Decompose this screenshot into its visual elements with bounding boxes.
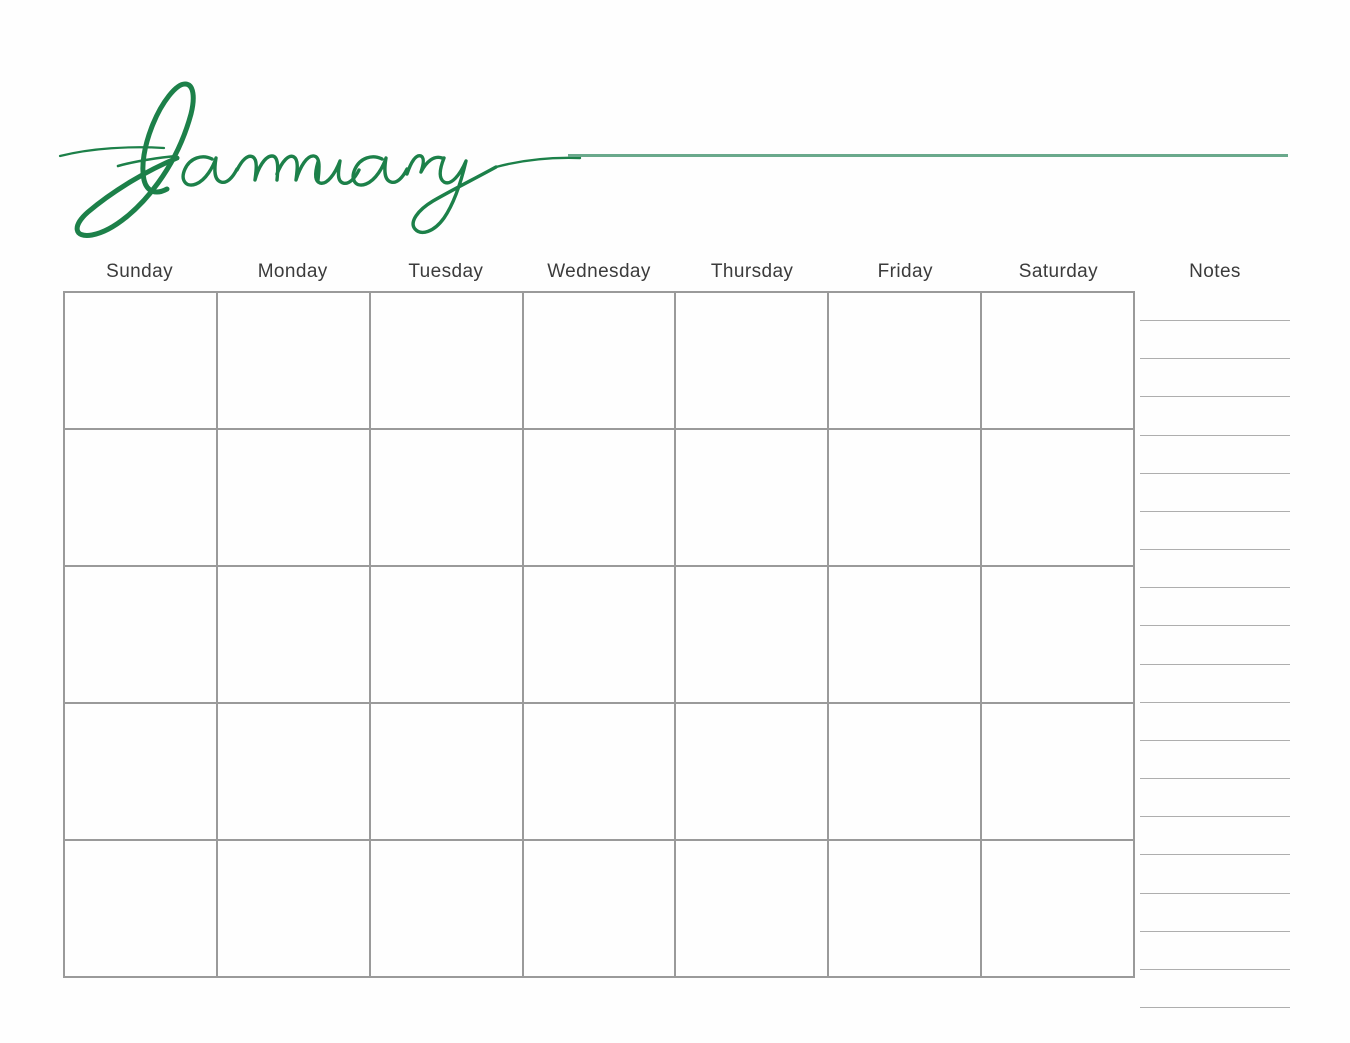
day-cell[interactable]: [676, 704, 830, 841]
note-line[interactable]: [1140, 931, 1290, 932]
day-cell[interactable]: [676, 293, 830, 430]
day-cell[interactable]: [523, 430, 677, 567]
day-cell[interactable]: [982, 293, 1135, 430]
day-cell[interactable]: [676, 567, 830, 704]
weekday-header-monday: Monday: [257, 261, 328, 282]
note-line[interactable]: [1140, 358, 1290, 359]
day-cell[interactable]: [65, 841, 218, 978]
day-cell[interactable]: [217, 293, 371, 430]
weekday-header-sunday: Sunday: [106, 261, 173, 282]
notes-header-label: Notes: [1189, 261, 1241, 282]
month-title: January: [52, 62, 612, 240]
day-cell[interactable]: [370, 841, 524, 978]
day-cell[interactable]: [829, 704, 983, 841]
weekday-header-saturday: Saturday: [1018, 261, 1099, 282]
note-line[interactable]: [1140, 320, 1290, 321]
note-line[interactable]: [1140, 473, 1290, 474]
calendar-grid: [63, 291, 1135, 978]
day-cell[interactable]: [370, 704, 524, 841]
note-line[interactable]: [1140, 549, 1290, 550]
day-cell[interactable]: [370, 567, 524, 704]
day-cell[interactable]: [982, 704, 1135, 841]
title-block: January: [0, 0, 1350, 250]
day-cell[interactable]: [65, 430, 218, 567]
weekday-header-thursday: Thursday: [710, 261, 794, 282]
note-line[interactable]: [1140, 435, 1290, 436]
note-line[interactable]: [1140, 664, 1290, 665]
day-cell[interactable]: [523, 293, 677, 430]
day-cell[interactable]: [370, 430, 524, 567]
note-line[interactable]: [1140, 816, 1290, 817]
note-line[interactable]: [1140, 511, 1290, 512]
day-cell[interactable]: [982, 430, 1135, 567]
day-cell[interactable]: [829, 293, 983, 430]
day-cell[interactable]: [65, 704, 218, 841]
weekday-header-tuesday: Tuesday: [408, 261, 484, 282]
note-line[interactable]: [1140, 396, 1290, 397]
day-cell[interactable]: [217, 567, 371, 704]
note-line[interactable]: [1140, 740, 1290, 741]
day-cell[interactable]: [982, 841, 1135, 978]
day-cell[interactable]: [982, 567, 1135, 704]
weekday-header-row: Sunday Monday Tuesday Wednesday Thursday Frid…: [63, 259, 1135, 291]
day-cell[interactable]: [523, 841, 677, 978]
day-cell[interactable]: [217, 704, 371, 841]
day-cell[interactable]: [370, 293, 524, 430]
day-cell[interactable]: [217, 841, 371, 978]
note-line[interactable]: [1140, 1007, 1290, 1008]
note-line[interactable]: [1140, 778, 1290, 779]
month-title-script-art: [58, 81, 582, 238]
day-cell[interactable]: [829, 567, 983, 704]
calendar-page: January Sunday Monday Tuesday Wednesday Thur…: [0, 0, 1350, 1043]
day-cell[interactable]: [829, 430, 983, 567]
note-line[interactable]: [1140, 625, 1290, 626]
day-cell[interactable]: [65, 567, 218, 704]
day-cell[interactable]: [65, 293, 218, 430]
day-cell[interactable]: [676, 841, 830, 978]
day-cell[interactable]: [676, 430, 830, 567]
weekday-header-wednesday: Wednesday: [547, 261, 651, 282]
note-line[interactable]: [1140, 702, 1290, 703]
title-horizontal-rule: [568, 154, 1288, 157]
day-cell[interactable]: [829, 841, 983, 978]
day-cell[interactable]: [523, 567, 677, 704]
note-line[interactable]: [1140, 854, 1290, 855]
day-cell[interactable]: [217, 430, 371, 567]
note-line[interactable]: [1140, 587, 1290, 588]
weekday-header-friday: Friday: [877, 261, 933, 282]
notes-area[interactable]: [1140, 291, 1290, 1008]
note-line[interactable]: [1140, 969, 1290, 970]
day-cell[interactable]: [523, 704, 677, 841]
note-line[interactable]: [1140, 893, 1290, 894]
